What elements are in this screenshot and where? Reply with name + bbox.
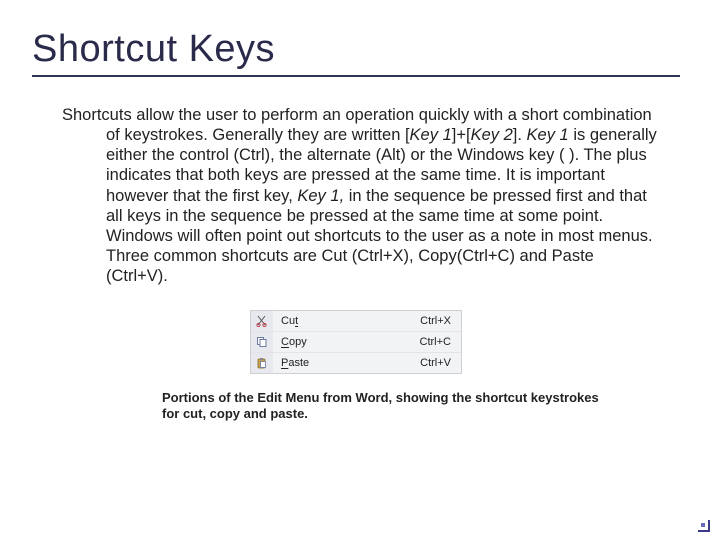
label-underline: C [281,336,289,348]
label-post: opy [289,336,307,348]
title-underline [32,75,680,77]
menu-shortcut-copy: Ctrl+C [420,336,461,348]
menu-row-copy: Copy Ctrl+C [251,332,461,353]
body-part: ]+[ [452,126,471,144]
body-key4: Key 1, [297,187,344,205]
label-underline: t [295,315,298,327]
body-key3: Key 1 [527,126,569,144]
copy-icon [251,332,273,352]
menu-label-cut: Cut [273,315,420,327]
corner-dot-icon [701,523,705,527]
paste-icon [251,353,273,373]
corner-decoration [694,516,710,532]
menu-shortcut-paste: Ctrl+V [420,357,461,369]
slide: Shortcut Keys Shortcuts allow the user t… [0,0,720,540]
edit-menu-figure: Cut Ctrl+X Copy Ctrl+C Paste [250,310,462,374]
body-key1: Key 1 [410,126,452,144]
body-paragraph: Shortcuts allow the user to perform an o… [76,105,680,286]
page-title: Shortcut Keys [32,28,680,71]
body-part: ]. [513,126,527,144]
menu-shortcut-cut: Ctrl+X [420,315,461,327]
menu-row-cut: Cut Ctrl+X [251,311,461,332]
body-key2: Key 2 [471,126,513,144]
menu-label-copy: Copy [273,336,420,348]
figure-caption: Portions of the Edit Menu from Word, sho… [162,390,600,423]
menu-label-paste: Paste [273,357,420,369]
label-post: aste [288,357,309,369]
label-pre: Cu [281,315,295,327]
menu-row-paste: Paste Ctrl+V [251,353,461,373]
cut-icon [251,311,273,331]
